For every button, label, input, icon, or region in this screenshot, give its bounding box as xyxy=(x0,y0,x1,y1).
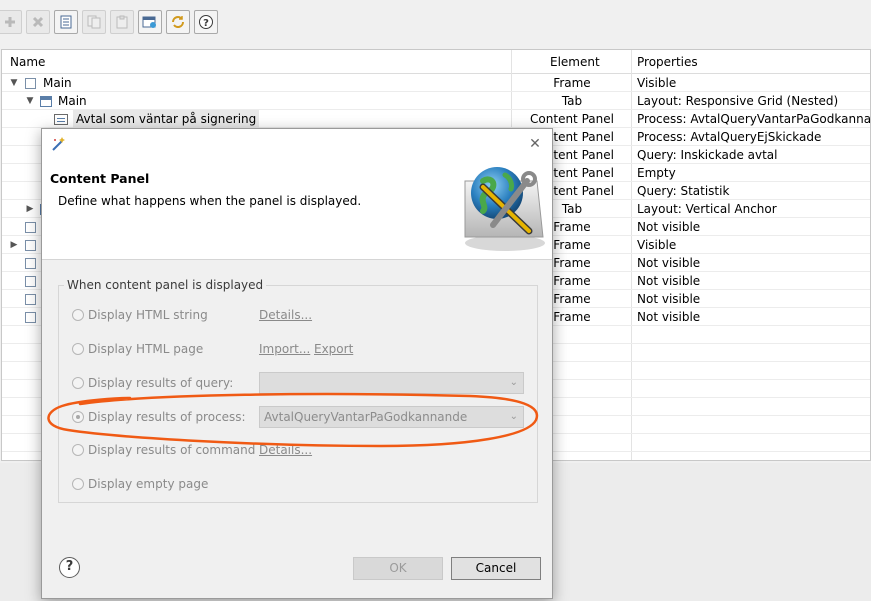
properties-cell: Not visible xyxy=(637,256,701,270)
option-empty[interactable]: Display empty page xyxy=(72,477,208,491)
tree-header: Name Element Properties xyxy=(2,50,870,74)
properties-cell: Process: AvtalQueryVantarPaGodkannande xyxy=(637,112,871,126)
help-button[interactable]: ? xyxy=(59,557,80,578)
element-cell: Tab xyxy=(561,94,583,108)
option-label: Display results of process: xyxy=(88,410,246,424)
tree-row[interactable]: ▼ Main Tab Layout: Responsive Grid (Nest… xyxy=(2,92,870,110)
query-select[interactable]: ⌄ xyxy=(259,372,524,394)
paste-icon xyxy=(116,15,128,29)
properties-button[interactable] xyxy=(54,10,78,34)
tree-item-label: Avtal som väntar på signering xyxy=(73,110,260,128)
copy-icon xyxy=(87,15,101,29)
element-cell: Frame xyxy=(553,76,591,90)
tree-row[interactable]: ▼ Main Frame Visible xyxy=(2,74,870,92)
tree-item-label: Main xyxy=(58,94,87,108)
process-select[interactable]: AvtalQueryVantarPaGodkannande ⌄ xyxy=(259,406,524,428)
element-column-header[interactable]: Element xyxy=(550,50,600,74)
help-icon: ? xyxy=(199,15,213,29)
properties-cell: Not visible xyxy=(637,274,701,288)
option-label: Display results of query: xyxy=(88,376,234,390)
properties-cell: Query: Statistik xyxy=(637,184,730,198)
frame-icon xyxy=(25,77,36,89)
tab-grid-icon xyxy=(40,95,52,107)
copy-button[interactable] xyxy=(82,10,106,34)
properties-cell: Layout: Vertical Anchor xyxy=(637,202,777,216)
properties-cell: Layout: Responsive Grid (Nested) xyxy=(637,94,839,108)
chevron-down-icon[interactable]: ▼ xyxy=(8,77,20,89)
import-link[interactable]: Import... xyxy=(259,342,310,356)
add-icon xyxy=(5,17,15,27)
chevron-down-icon[interactable]: ▼ xyxy=(24,95,36,107)
details-command-link[interactable]: Details... xyxy=(259,443,312,457)
properties-cell: Not visible xyxy=(637,310,701,324)
name-column-header[interactable]: Name xyxy=(10,50,45,74)
globe-tools-icon xyxy=(464,167,545,251)
frame-icon xyxy=(25,275,36,287)
preview-button[interactable] xyxy=(138,10,162,34)
cancel-button[interactable]: Cancel xyxy=(451,557,541,580)
display-options-group: When content panel is displayed Display … xyxy=(58,278,538,504)
svg-text:?: ? xyxy=(203,18,209,29)
radio-query[interactable] xyxy=(72,377,84,389)
toolbar: ? xyxy=(0,0,871,46)
properties-cell: Visible xyxy=(637,238,677,252)
refresh-icon xyxy=(172,16,184,28)
properties-cell: Not visible xyxy=(637,292,701,306)
frame-icon xyxy=(25,257,36,269)
details-html-link[interactable]: Details... xyxy=(259,308,312,322)
option-process[interactable]: Display results of process: xyxy=(72,410,246,424)
ok-button[interactable]: OK xyxy=(353,557,443,580)
option-label: Display empty page xyxy=(88,477,209,491)
frame-icon xyxy=(25,239,36,251)
content-panel-dialog: ✕ Content Panel Define what happens when… xyxy=(41,128,553,599)
radio-html-string[interactable] xyxy=(72,309,84,321)
option-label: Display results of command xyxy=(88,443,256,457)
tree-item-label: Main xyxy=(43,76,72,90)
radio-html-page[interactable] xyxy=(72,343,84,355)
element-cell: Content Panel xyxy=(530,112,614,126)
properties-cell: Process: AvtalQueryEjSkickade xyxy=(637,130,822,144)
chevron-right-icon[interactable]: ▶ xyxy=(8,239,20,251)
option-html-string[interactable]: Display HTML string xyxy=(72,308,208,322)
option-label: Display HTML string xyxy=(88,308,208,322)
add-button[interactable] xyxy=(0,10,22,34)
frame-icon xyxy=(25,293,36,305)
option-label: Display HTML page xyxy=(88,342,204,356)
dialog-description: Define what happens when the panel is di… xyxy=(58,194,362,208)
chevron-right-icon[interactable]: ▶ xyxy=(24,203,36,215)
process-select-value: AvtalQueryVantarPaGodkannande xyxy=(264,410,468,424)
help-toolbar-button[interactable]: ? xyxy=(194,10,218,34)
radio-empty[interactable] xyxy=(72,478,84,490)
properties-cell: Query: Inskickade avtal xyxy=(637,148,778,162)
dialog-title: Content Panel xyxy=(50,171,150,186)
delete-icon xyxy=(32,16,44,28)
delete-button[interactable] xyxy=(26,10,50,34)
dialog-banner: ✕ Content Panel Define what happens when… xyxy=(42,129,552,260)
option-command[interactable]: Display results of command xyxy=(72,443,255,457)
properties-cell: Empty xyxy=(637,166,676,180)
properties-cell: Not visible xyxy=(637,220,701,234)
properties-cell: Visible xyxy=(637,76,677,90)
export-link[interactable]: Export xyxy=(314,342,353,356)
properties-column-header[interactable]: Properties xyxy=(637,50,698,74)
properties-icon xyxy=(60,15,72,29)
radio-process[interactable] xyxy=(72,411,84,423)
refresh-button[interactable] xyxy=(166,10,190,34)
preview-icon xyxy=(142,16,156,28)
radio-command[interactable] xyxy=(72,444,84,456)
app-wand-icon xyxy=(52,137,65,151)
group-label: When content panel is displayed xyxy=(64,278,267,292)
paste-button[interactable] xyxy=(110,10,134,34)
tree-row[interactable]: Avtal som väntar på signering Content Pa… xyxy=(2,110,871,128)
chevron-down-icon: ⌄ xyxy=(509,411,518,422)
option-html-page[interactable]: Display HTML page xyxy=(72,342,203,356)
chevron-down-icon: ⌄ xyxy=(509,377,518,388)
frame-icon xyxy=(25,221,36,233)
content-panel-icon xyxy=(54,113,68,125)
frame-icon xyxy=(25,311,36,323)
option-query[interactable]: Display results of query: xyxy=(72,376,233,390)
